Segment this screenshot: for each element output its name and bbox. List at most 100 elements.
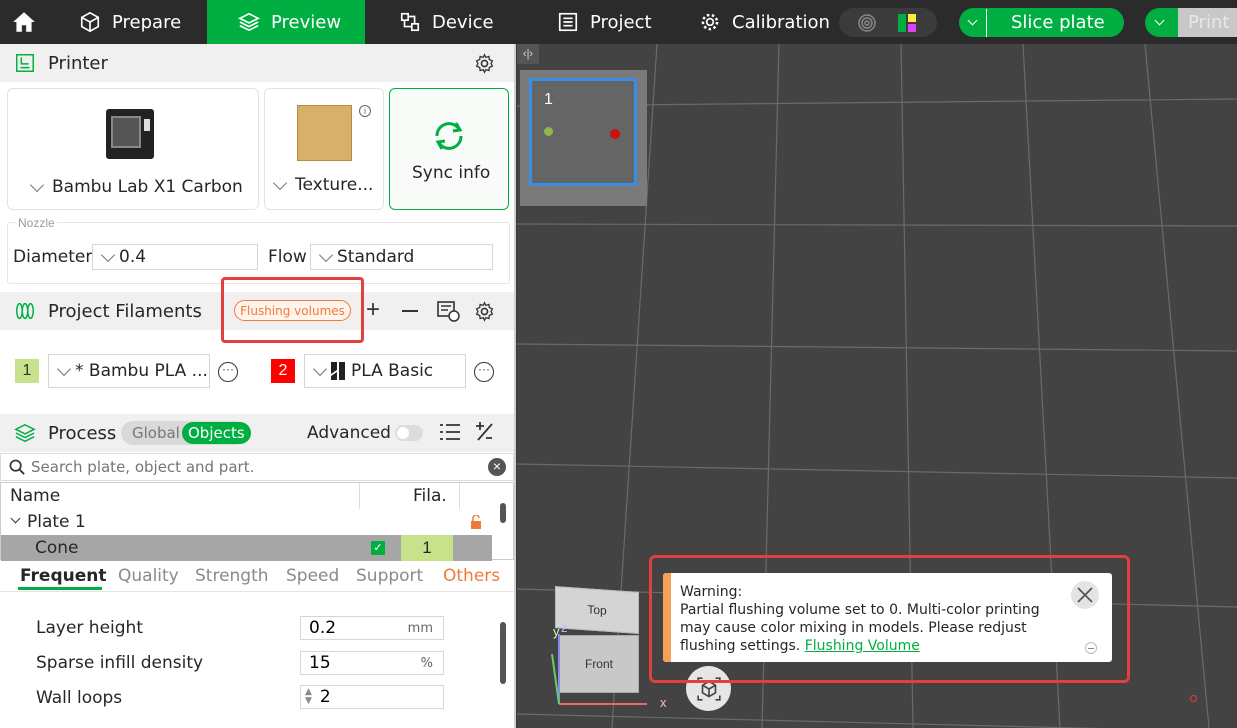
layer-height-label: Layer height — [36, 618, 143, 638]
sync-icon — [435, 122, 463, 150]
object-filament-cell[interactable]: 1 — [401, 535, 453, 561]
chevron-down-icon[interactable] — [959, 8, 987, 37]
layer-height-value: 0.2 — [309, 618, 337, 638]
origin-marker — [1190, 695, 1197, 702]
printer-icon — [16, 54, 34, 72]
plate-thumbnail[interactable]: 1 — [520, 70, 647, 206]
close-icon[interactable] — [1071, 581, 1099, 609]
printer-selector[interactable]: Bambu Lab X1 Carbon — [7, 88, 259, 210]
nozzle-group-label: Nozzle — [16, 216, 57, 230]
process-section-title: Process — [48, 422, 117, 444]
sparse-infill-input[interactable]: 15 % — [300, 651, 444, 675]
tab-speed[interactable]: Speed — [286, 566, 339, 586]
printer-image — [106, 109, 154, 159]
object-filament-value: 1 — [422, 538, 432, 557]
global-tab[interactable]: Global — [132, 424, 180, 442]
chevron-down-icon — [29, 177, 45, 193]
objects-tab[interactable]: Objects — [182, 422, 251, 444]
filament-sync-icon[interactable] — [436, 300, 460, 322]
unlock-icon[interactable] — [470, 515, 482, 529]
table-row[interactable]: Cone ✓ 1 — [1, 535, 492, 561]
filament-1-swatch[interactable]: 1 — [15, 359, 39, 383]
flushing-volumes-button[interactable]: Flushing volumes — [234, 300, 351, 321]
axis-z-label: z — [561, 620, 568, 635]
table-row[interactable]: Plate 1 — [1, 509, 491, 535]
filament-1-name: * Bambu PLA ... — [75, 361, 208, 381]
tab-project[interactable]: Project — [556, 0, 652, 44]
flushing-volume-link[interactable]: Flushing Volume — [805, 638, 920, 654]
object-row-label: Cone — [35, 538, 79, 558]
diameter-label: Diameter — [13, 247, 93, 267]
diameter-select[interactable]: 0.4 — [92, 244, 258, 270]
minimize-icon[interactable] — [1085, 642, 1097, 654]
expand-arrow-icon[interactable] — [10, 513, 21, 524]
tree-scrollbar[interactable] — [500, 503, 506, 523]
gear-icon[interactable] — [474, 53, 495, 74]
list-icon — [556, 10, 580, 34]
wall-loops-stepper[interactable]: ▲ ▼ 2 — [300, 685, 444, 709]
tab-prepare[interactable]: Prepare — [78, 0, 181, 44]
add-filament-icon[interactable]: + — [366, 296, 380, 324]
more-options-icon[interactable]: ··· — [474, 362, 494, 382]
collapse-sidebar-button[interactable]: ‹|› — [517, 44, 539, 64]
compare-settings-icon[interactable] — [474, 422, 494, 442]
sparse-infill-label: Sparse infill density — [36, 653, 204, 673]
tab-support[interactable]: Support — [356, 566, 423, 586]
axis-x-label: x — [660, 695, 667, 710]
filament-1-index: 1 — [22, 362, 32, 379]
plate-number: 1 — [544, 91, 553, 108]
checkbox-icon[interactable]: ✓ — [371, 541, 385, 555]
remove-filament-icon[interactable] — [402, 310, 418, 312]
filament-2-swatch[interactable]: 2 — [271, 359, 295, 383]
tab-preview-label: Preview — [271, 11, 342, 33]
list-view-icon[interactable] — [440, 423, 460, 441]
flow-value: Standard — [337, 247, 415, 267]
plate-type-selector[interactable]: i Texture... — [264, 88, 384, 210]
advanced-toggle[interactable] — [395, 425, 423, 441]
clear-search-icon[interactable]: × — [488, 458, 506, 476]
3d-viewport[interactable]: ‹|› 1 Top Front x y z Warning: Partial f… — [517, 44, 1237, 728]
flushing-volumes-label: Flushing volumes — [240, 303, 345, 318]
slice-plate-button[interactable]: Slice plate — [959, 8, 1124, 37]
info-icon[interactable]: i — [359, 105, 371, 117]
global-objects-toggle[interactable]: Global Objects — [121, 421, 251, 445]
model-green-dot — [544, 127, 553, 136]
printer-section-title: Printer — [48, 52, 108, 74]
chevron-down-icon — [312, 361, 328, 377]
sync-info-button[interactable]: Sync info — [389, 88, 509, 210]
device-icon — [398, 10, 422, 34]
stepper-arrows-icon[interactable]: ▲ ▼ — [305, 688, 312, 706]
tab-calibration[interactable]: Calibration — [698, 0, 830, 44]
advanced-label: Advanced — [307, 423, 391, 443]
tab-device[interactable]: Device — [398, 0, 494, 44]
chevron-down-icon — [100, 247, 116, 263]
view-mode-toggle[interactable] — [839, 8, 937, 37]
bambu-logo-icon — [331, 362, 345, 380]
chevron-down-icon — [318, 247, 334, 263]
tab-preview[interactable]: Preview — [207, 0, 365, 44]
filament-1-select[interactable]: * Bambu PLA ... — [48, 354, 210, 388]
plate-name: Texture... — [295, 175, 374, 195]
flow-label: Flow — [268, 247, 307, 267]
chevron-down-icon[interactable] — [1145, 9, 1173, 37]
col-fila-header: Fila. — [413, 486, 447, 506]
model-red-dot — [610, 129, 620, 139]
filaments-section-title: Project Filaments — [48, 300, 202, 322]
tab-quality[interactable]: Quality — [118, 566, 179, 586]
tab-others[interactable]: Others — [443, 566, 500, 586]
filament-2-select[interactable]: PLA Basic — [304, 354, 466, 388]
params-scrollbar[interactable] — [500, 622, 506, 684]
tab-frequent[interactable]: Frequent — [20, 566, 106, 586]
tab-strength[interactable]: Strength — [195, 566, 269, 586]
print-button[interactable]: Print — [1145, 8, 1237, 37]
layer-height-input[interactable]: 0.2 mm — [300, 616, 444, 640]
gear-icon[interactable] — [474, 301, 495, 322]
sparse-infill-unit: % — [420, 655, 433, 671]
more-options-icon[interactable]: ··· — [218, 362, 238, 382]
search-input[interactable] — [31, 457, 471, 477]
chevron-down-icon — [56, 361, 72, 377]
object-tree: Name Fila. Plate 1 Cone ✓ 1 — [0, 482, 514, 561]
home-button[interactable] — [0, 0, 48, 44]
spiral-icon — [858, 14, 876, 32]
flow-select[interactable]: Standard — [310, 244, 493, 270]
